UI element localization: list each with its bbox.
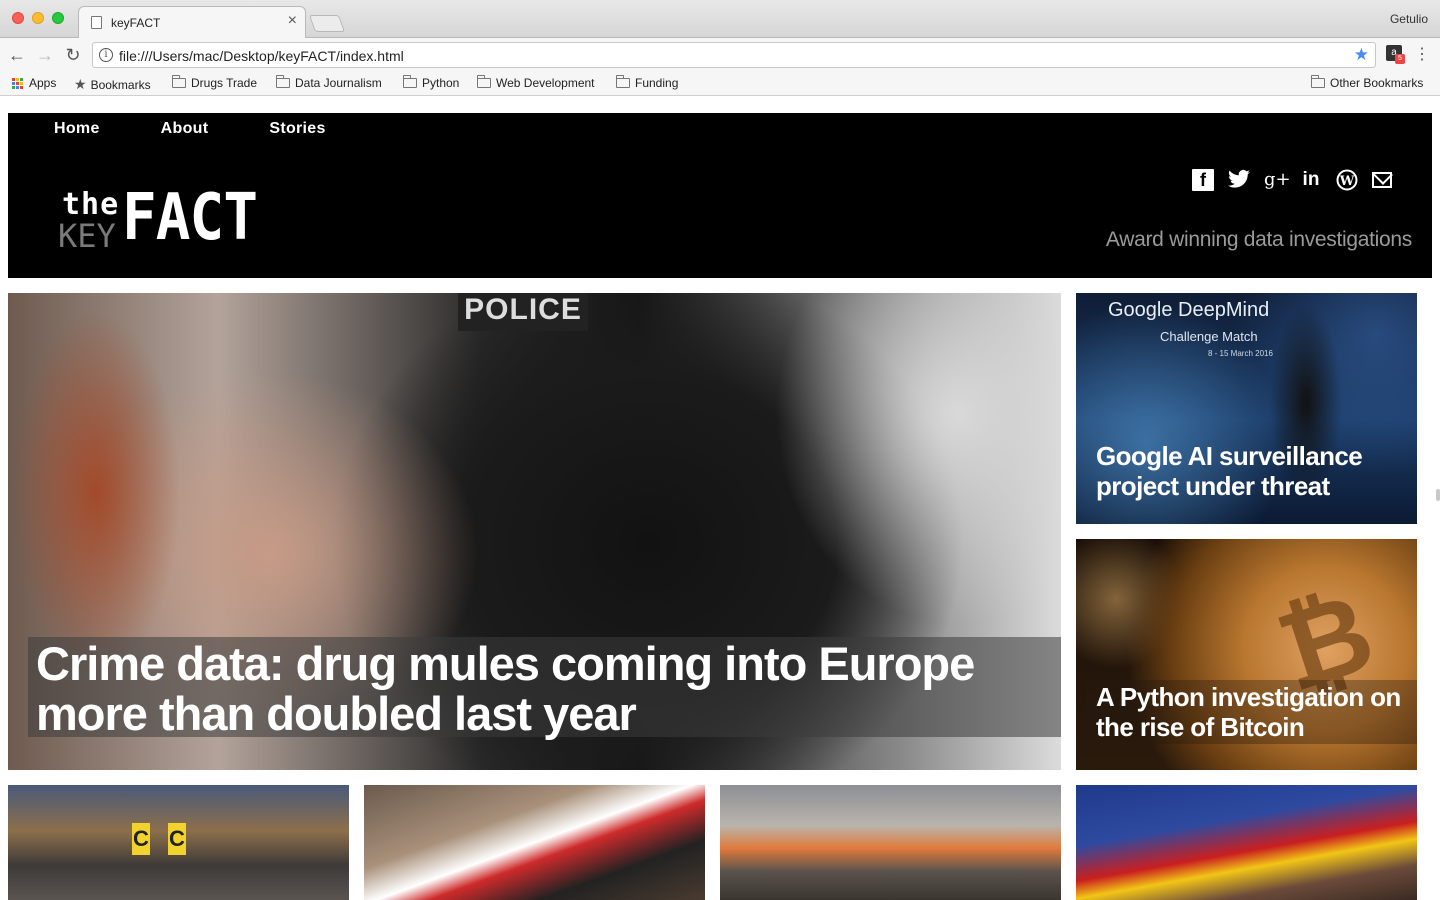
bookmark-drugs-trade[interactable]: Drugs Trade [172,75,258,90]
bookmark-label: Data Journalism [295,76,382,90]
side-story-card-bitcoin[interactable]: ₿ A Python investigation on the rise of … [1076,539,1417,770]
url-text[interactable]: file:///Users/mac/Desktop/keyFACT/index.… [119,48,404,64]
folder-icon [403,75,417,88]
bookmark-label: Drugs Trade [191,76,258,90]
side-story-title[interactable]: A Python investigation on the rise of Bi… [1096,682,1406,742]
bookmark-star-icon[interactable]: ★ [1354,45,1369,65]
bookmark-label: Other Bookmarks [1330,76,1424,90]
facebook-icon[interactable]: f [1192,169,1214,191]
bookmark-python[interactable]: Python [403,75,460,90]
folder-icon [172,75,186,88]
folder-icon [616,75,630,88]
reload-button[interactable]: ↻ [62,44,84,66]
close-window-button[interactable] [12,12,24,24]
hero-story-card[interactable]: POLICE Crime data: drug mules coming int… [8,293,1061,770]
bookmark-label: Python [422,76,460,90]
bookmark-label: Funding [635,76,679,90]
folder-icon [276,75,290,88]
web-page: Home About Stories the KEY FACT f g+ in … [0,97,1440,900]
logo-key: KEY [58,217,116,255]
logo-fact: FACT [122,181,258,255]
deepmind-heading: Google DeepMind [1108,299,1270,321]
hero-story-title[interactable]: Crime data: drug mules coming into Europ… [36,639,1036,739]
bookmark-web-development[interactable]: Web Development [477,75,595,90]
new-tab-button[interactable] [308,15,346,32]
social-links: f g+ in W [1178,169,1392,191]
tab-title: keyFACT [111,16,161,30]
browser-tab[interactable]: keyFACT × [78,6,306,38]
bookmark-bookmarks[interactable]: ★ Bookmarks [74,76,151,93]
site-nav: Home About Stories [54,120,387,138]
svg-text:W: W [1339,174,1355,189]
linkedin-icon[interactable]: in [1300,169,1322,191]
story-card-protest-flag[interactable] [364,785,705,900]
folder-icon [1311,75,1325,88]
site-logo[interactable]: the KEY FACT [58,183,288,263]
browser-toolbar: ← → ↻ i file:///Users/mac/Desktop/keyFAC… [0,38,1440,72]
site-tagline: Award winning data investigations [1105,228,1412,251]
nav-home-link[interactable]: Home [54,120,100,138]
tab-close-icon[interactable]: × [288,13,297,29]
wordpress-icon[interactable]: W [1336,169,1358,191]
profile-name[interactable]: Getulio [1390,12,1428,26]
bookmark-data-journalism[interactable]: Data Journalism [276,75,382,90]
apps-grid-icon [12,77,23,89]
sign-letter: C [168,823,186,855]
nav-about-link[interactable]: About [161,120,209,138]
police-vest-label: POLICE [458,293,588,331]
scrollbar[interactable] [1436,489,1440,501]
bookmark-label: Bookmarks [90,77,151,92]
story-card-street-conflict[interactable] [720,785,1061,900]
nav-stories-link[interactable]: Stories [269,120,325,138]
deepmind-date: 8 - 15 March 2016 [1208,349,1273,358]
bookmark-apps[interactable]: Apps [12,76,56,90]
browser-menu-icon[interactable]: ⋮ [1414,44,1430,64]
side-story-card-google-ai[interactable]: Google DeepMind Challenge Match 8 - 15 M… [1076,293,1417,524]
deepmind-subheading: Challenge Match [1160,329,1258,344]
address-bar[interactable]: i file:///Users/mac/Desktop/keyFACT/inde… [92,42,1376,68]
info-icon[interactable]: i [99,48,113,62]
star-icon: ★ [74,76,87,92]
minimize-window-button[interactable] [32,12,44,24]
bookmark-funding[interactable]: Funding [616,75,679,90]
folder-icon [477,75,491,88]
back-button[interactable]: ← [6,44,28,66]
email-icon[interactable] [1372,172,1392,188]
side-story-title[interactable]: Google AI surveillance project under thr… [1096,441,1406,501]
sign-letter: C [132,823,150,855]
story-card-airport[interactable]: C C [8,785,349,900]
google-plus-icon[interactable]: g+ [1264,169,1291,191]
page-icon [91,16,102,29]
maximize-window-button[interactable] [52,12,64,24]
bookmark-label: Web Development [496,76,595,90]
bookmark-label: Apps [29,76,57,90]
forward-button[interactable]: → [34,44,56,66]
twitter-icon[interactable] [1228,169,1250,191]
extension-badge: 5 [1395,54,1405,64]
bookmark-other-bookmarks[interactable]: Other Bookmarks [1311,75,1424,90]
browser-tab-bar: keyFACT × Getulio [0,0,1440,38]
site-header: Home About Stories the KEY FACT f g+ in … [8,113,1432,278]
bookmarks-bar: Apps ★ Bookmarks Drugs Trade Data Journa… [0,72,1440,96]
story-card-spain-rally[interactable] [1076,785,1417,900]
